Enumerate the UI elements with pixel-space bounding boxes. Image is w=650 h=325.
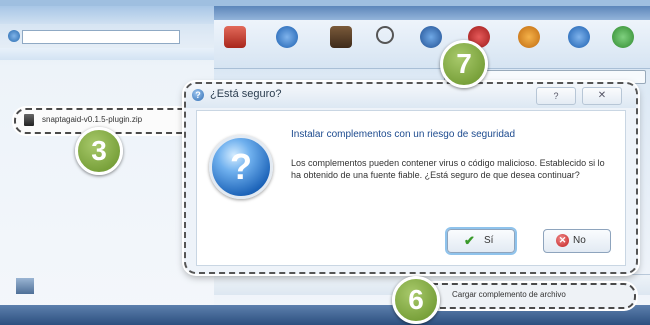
load-plugin-callout[interactable]: Cargar complemento de archivo: [420, 283, 636, 309]
back-icon[interactable]: [8, 30, 20, 42]
toolbar-icon-search[interactable]: [376, 26, 394, 44]
explorer-details-pane: [14, 276, 230, 298]
archive-file-icon: [24, 114, 34, 126]
dialog-heading: Instalar complementos con un riesgo de s…: [291, 129, 516, 140]
toolbar-icon-info[interactable]: [276, 26, 298, 48]
help-button[interactable]: ?: [536, 87, 576, 105]
no-button-label: No: [573, 235, 586, 246]
yes-button[interactable]: ✔ Sí: [447, 229, 515, 253]
dialog-titlebar: ? ¿Está seguro? ? ✕: [186, 84, 636, 108]
browser-toolbar: [214, 20, 650, 69]
explorer-toolbar: [0, 48, 214, 60]
explorer-titlebar: [0, 6, 214, 24]
dialog-body: ? Instalar complementos con un riesgo de…: [196, 110, 626, 266]
yes-button-label: Sí: [484, 235, 494, 246]
checkmark-icon: ✔: [464, 233, 475, 248]
step-badge-7: 7: [440, 40, 488, 88]
dialog-title: ¿Está seguro?: [210, 88, 282, 100]
toolbar-icon-recycle[interactable]: [612, 26, 634, 48]
confirm-dialog: ? ¿Está seguro? ? ✕ ? Instalar complemen…: [184, 82, 638, 274]
step-badge-3: 3: [75, 127, 123, 175]
toolbar-icon-globe[interactable]: [420, 26, 442, 48]
toolbar-icon-image[interactable]: [330, 26, 352, 48]
screenshot-scene: snaptagaid-v0.1.5-plugin.zip 3 ? ¿Está s…: [0, 0, 650, 325]
no-button[interactable]: ✕ No: [543, 229, 611, 253]
no-entry-icon: ✕: [556, 234, 569, 247]
toolbar-icon-help[interactable]: [568, 26, 590, 48]
file-name: snaptagaid-v0.1.5-plugin.zip: [42, 115, 143, 124]
dialog-message: Los complementos pueden contener virus o…: [291, 158, 605, 180]
question-icon: ?: [209, 135, 273, 199]
step-badge-6: 6: [392, 276, 440, 324]
explorer-address-bar[interactable]: [22, 30, 180, 44]
toolbar-icon-red[interactable]: [224, 26, 246, 48]
toolbar-icon-female[interactable]: [518, 26, 540, 48]
load-plugin-button-label: Cargar complemento de archivo: [452, 290, 566, 299]
browser-titlebar: [214, 6, 650, 20]
close-button[interactable]: ✕: [582, 87, 622, 105]
question-small-icon: ?: [192, 89, 204, 101]
